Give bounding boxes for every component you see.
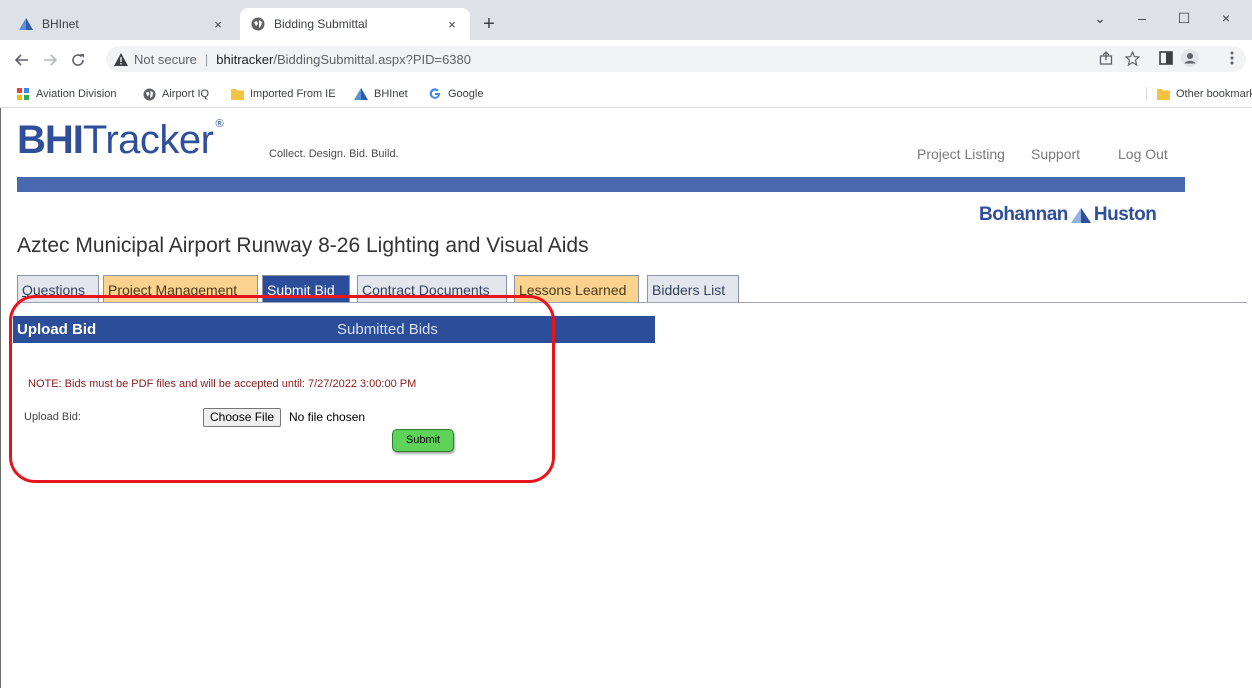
bookmark-label: BHInet <box>374 88 408 100</box>
address-separator: | <box>204 51 209 67</box>
company-triangle-icon <box>1070 207 1091 223</box>
company-name-left: Bohannan <box>979 204 1068 225</box>
tab-search-chevron-icon[interactable]: ⌄ <box>1082 6 1118 30</box>
site-tagline: Collect. Design. Bid. Build. <box>269 148 399 160</box>
bookmark-label: Aviation Division <box>36 88 117 100</box>
tab-label: Bidders List <box>652 282 726 298</box>
folder-icon <box>230 87 244 101</box>
project-title: Aztec Municipal Airport Runway 8-26 Ligh… <box>17 234 589 257</box>
new-tab-button[interactable]: + <box>478 14 500 36</box>
browser-toolbar: Not secure | bhitracker/BiddingSubmittal… <box>0 40 1252 80</box>
profile-avatar-icon[interactable] <box>1180 48 1200 68</box>
tab-title: BHInet <box>42 17 79 31</box>
logo-regular-text: Tracker <box>82 118 214 162</box>
apps-grid-icon <box>16 87 30 101</box>
share-icon[interactable] <box>1096 48 1116 68</box>
bookmark-google[interactable]: Google <box>428 86 483 102</box>
bohannan-huston-logo: Bohannan Huston <box>979 204 1157 226</box>
nav-log-out[interactable]: Log Out <box>1118 146 1168 162</box>
url-path: /BiddingSubmittal.aspx?PID=6380 <box>273 51 471 67</box>
menu-kebab-icon[interactable] <box>1222 48 1242 68</box>
logo-bold-text: BHI <box>17 118 84 162</box>
bookmark-label: Google <box>448 88 484 100</box>
bookmark-label: Airport IQ <box>162 88 210 100</box>
bookmark-label: Imported From IE <box>250 88 336 100</box>
not-secure-label: Not secure <box>134 51 197 67</box>
maximize-window-button[interactable]: ☐ <box>1166 6 1202 30</box>
globe-icon <box>250 16 266 32</box>
browser-tab-strip: BHInet × Bidding Submittal × + ⌄ – ☐ × <box>0 0 1252 40</box>
bookmarks-bar: Aviation Division Airport IQ Imported Fr… <box>0 80 1252 108</box>
back-arrow-icon[interactable] <box>10 48 34 72</box>
bookmark-aviation-division[interactable]: Aviation Division <box>16 86 117 102</box>
forward-arrow-icon[interactable] <box>38 48 62 72</box>
annotation-red-outline <box>9 295 555 483</box>
other-bookmarks[interactable]: Other bookmarks <box>1156 86 1252 102</box>
reload-icon[interactable] <box>66 48 90 72</box>
tab-title: Bidding Submittal <box>274 17 368 31</box>
nav-project-listing[interactable]: Project Listing <box>917 146 1005 162</box>
nav-support[interactable]: Support <box>1031 146 1080 162</box>
bhinet-triangle-icon <box>18 16 34 32</box>
url-host: bhitracker <box>216 51 274 67</box>
bhinet-triangle-icon <box>354 87 368 101</box>
header-blue-bar <box>17 177 1185 192</box>
bhitracker-logo[interactable]: BHI Tracker ® <box>17 118 224 162</box>
minimize-window-button[interactable]: – <box>1124 6 1160 30</box>
close-window-button[interactable]: × <box>1208 6 1244 30</box>
registered-mark: ® <box>215 118 224 130</box>
globe-icon <box>142 87 156 101</box>
close-tab-icon[interactable]: × <box>210 16 226 32</box>
bookmark-label: Other bookmarks <box>1176 88 1252 100</box>
bookmark-star-icon[interactable] <box>1122 48 1142 68</box>
side-panel-icon[interactable] <box>1156 48 1176 68</box>
bookmarks-divider <box>1146 87 1147 101</box>
folder-icon <box>1156 87 1170 101</box>
browser-tab-bhinet[interactable]: BHInet × <box>8 8 236 40</box>
browser-tab-bidding-submittal[interactable]: Bidding Submittal × <box>240 8 470 40</box>
company-name-right: Huston <box>1093 204 1157 225</box>
close-tab-icon[interactable]: × <box>444 16 460 32</box>
bookmark-airport-iq[interactable]: Airport IQ <box>142 86 209 102</box>
warning-triangle-icon[interactable] <box>114 52 128 66</box>
bookmark-imported-from-ie[interactable]: Imported From IE <box>230 86 336 102</box>
bookmark-bhinet[interactable]: BHInet <box>354 86 408 102</box>
tab-bidders-list[interactable]: Bidders List <box>647 275 739 302</box>
google-g-icon <box>428 87 442 101</box>
address-bar[interactable]: Not secure | bhitracker/BiddingSubmittal… <box>106 46 1246 72</box>
page-content: BHI Tracker ® Collect. Design. Bid. Build.… <box>0 108 1252 688</box>
